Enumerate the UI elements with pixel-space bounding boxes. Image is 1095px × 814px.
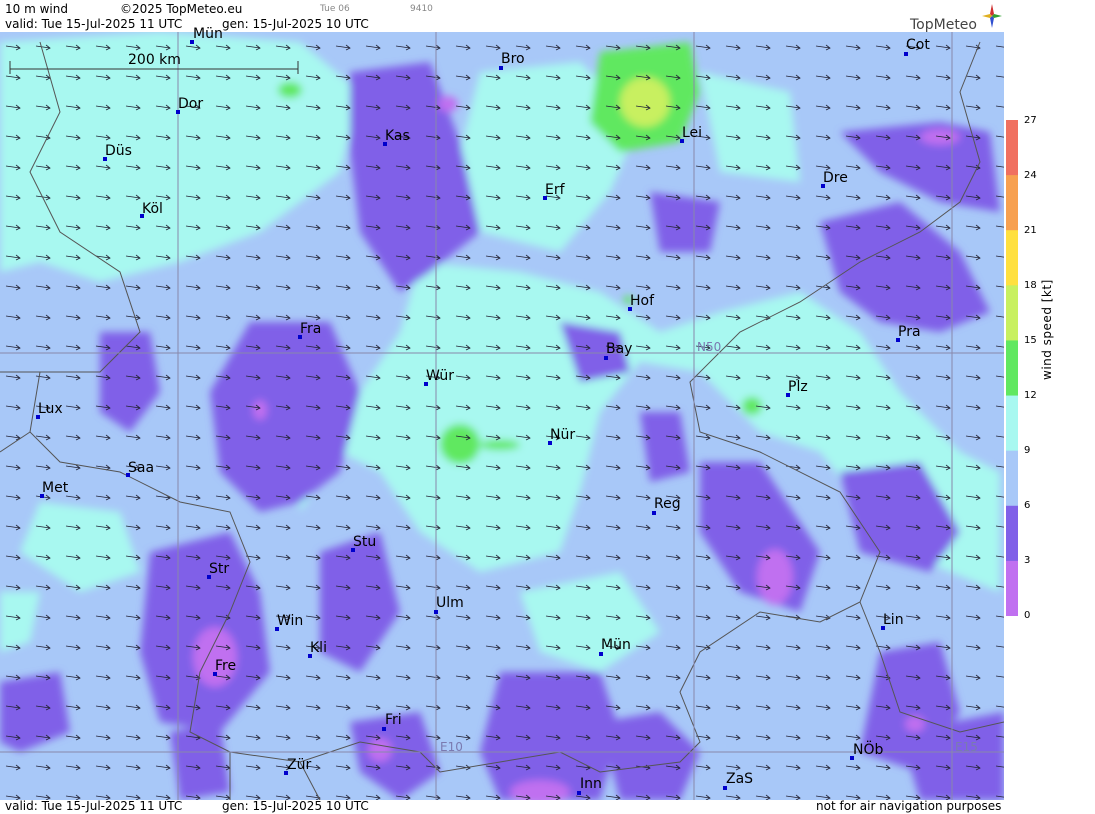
grid-label-e10: E10 [440, 740, 463, 754]
city-label-strassburg: Str [209, 561, 230, 577]
footer-gen-time: gen: 15-Jul-2025 10 UTC [222, 799, 369, 813]
city-label-metz: Met [42, 480, 69, 496]
legend-axis-label: wind speed [kt] [1040, 279, 1054, 380]
logo-text: TopMeteo [910, 17, 977, 33]
legend-tick-label: 27 [1024, 115, 1037, 126]
city-label-dresden: Dre [823, 170, 848, 186]
legend-tick-label: 0 [1024, 610, 1031, 621]
city-label-kassel: Kas [385, 128, 410, 144]
day-time: Tue 06 [320, 4, 350, 14]
wind-map [0, 32, 1004, 800]
copyright: ©2025 TopMeteo.eu [120, 2, 243, 16]
city-label-leipzig: Lei [682, 125, 703, 141]
city-label-linz: Lin [883, 612, 904, 628]
legend-tick-label: 18 [1024, 280, 1037, 291]
city-label-prag: Pra [898, 324, 921, 340]
city-label-erfurt: Erf [545, 182, 565, 198]
legend-swatch [1006, 340, 1018, 397]
city-label-frankfurt: Fra [300, 321, 322, 337]
legend-swatch [1006, 175, 1018, 231]
legend-swatch [1006, 395, 1018, 452]
city-label-nuernberg: Nür [550, 427, 576, 443]
city-label-bayreuth: Bay [606, 341, 633, 357]
legend-swatch [1006, 120, 1018, 176]
legend-swatch [1006, 230, 1018, 286]
city-label-friedrichshafen: Fri [385, 712, 402, 728]
gen-time: gen: 15-Jul-2025 10 UTC [222, 17, 369, 31]
legend-tick-label: 6 [1024, 500, 1031, 511]
city-label-koeln: Köl [142, 201, 163, 217]
footer-disclaimer: not for air navigation purposes [816, 799, 1002, 813]
city-label-hof: Hof [630, 293, 655, 309]
legend-swatch [1006, 285, 1018, 341]
chart-title: 10 m wind [5, 2, 68, 16]
legend-tick-label: 3 [1024, 555, 1031, 566]
legend-swatch [1006, 505, 1018, 562]
city-label-kli: Kli [310, 640, 327, 656]
city-label-zuerich: Zür [287, 757, 312, 773]
grid-label-n50: N50 [697, 340, 722, 354]
legend-tick-label: 9 [1024, 445, 1031, 456]
grid-label-e15: E15 [955, 740, 978, 754]
valid-time: valid: Tue 15-Jul-2025 11 UTC [5, 17, 183, 31]
city-label-freiburg: Fre [215, 658, 237, 674]
city-label-win: Win [277, 613, 304, 629]
legend-tick-label: 21 [1024, 225, 1037, 236]
footer-valid-time: valid: Tue 15-Jul-2025 11 UTC [5, 799, 183, 813]
city-label-stuttgart: Stu [353, 534, 377, 550]
code: 9410 [410, 4, 433, 14]
city-label-wuerzburg: Wür [426, 368, 454, 384]
legend-swatch [1006, 450, 1018, 507]
city-label-ulm: Ulm [436, 595, 464, 611]
city-label-noeb: NÖb [853, 742, 884, 758]
city-label-muenchen: Mün [601, 637, 631, 653]
legend-tick-label: 15 [1024, 335, 1037, 346]
wind-speed-legend [1006, 120, 1018, 617]
city-label-innsbruck: Inn [580, 776, 602, 792]
city-label-luxemburg: Lux [38, 401, 63, 417]
city-label-muenster: Mün [193, 26, 223, 42]
legend-swatch [1006, 560, 1018, 617]
city-label-cottbus: Cot [906, 37, 930, 53]
scale-bar-label: 200 km [128, 52, 181, 68]
city-label-duesseldorf: Düs [105, 143, 132, 159]
city-label-saarbruecken: Saa [128, 460, 155, 476]
city-label-regensburg: Reg [654, 496, 681, 512]
legend-tick-label: 12 [1024, 390, 1037, 401]
legend-tick-label: 24 [1024, 170, 1037, 181]
city-label-brocken: Bro [501, 51, 525, 67]
city-label-pilsen: Plz [788, 379, 808, 395]
city-label-zas: ZaS [726, 771, 754, 787]
city-label-dortmund: Dor [178, 96, 204, 112]
compass-logo-icon [982, 4, 1002, 28]
